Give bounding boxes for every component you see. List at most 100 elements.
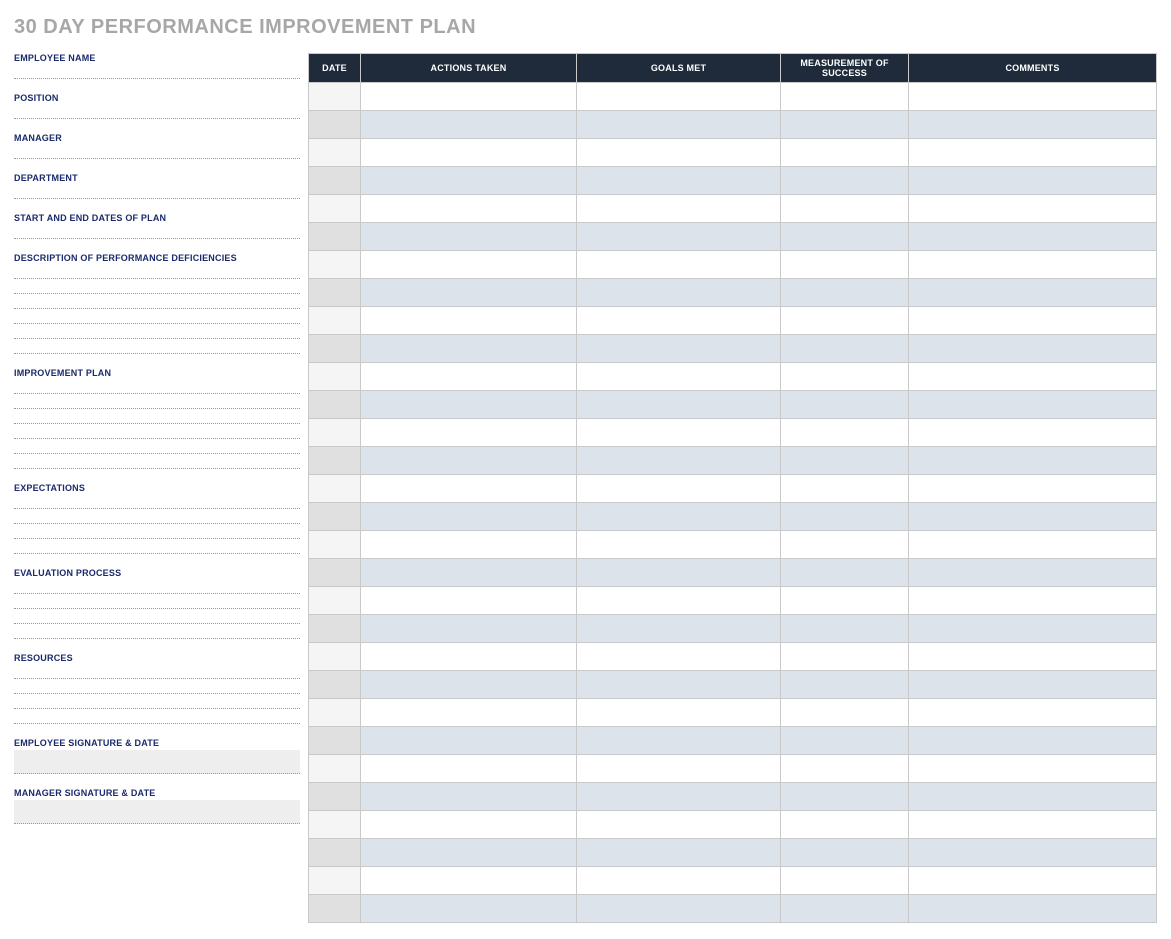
cell-measurement[interactable] <box>781 895 909 923</box>
cell-goals[interactable] <box>577 531 781 559</box>
cell-date[interactable] <box>309 363 361 391</box>
cell-measurement[interactable] <box>781 195 909 223</box>
cell-goals[interactable] <box>577 223 781 251</box>
cell-goals[interactable] <box>577 755 781 783</box>
cell-date[interactable] <box>309 615 361 643</box>
cell-date[interactable] <box>309 335 361 363</box>
cell-measurement[interactable] <box>781 699 909 727</box>
cell-comments[interactable] <box>909 391 1157 419</box>
input-deficiencies-line[interactable] <box>14 310 300 324</box>
input-improvement-line[interactable] <box>14 425 300 439</box>
cell-goals[interactable] <box>577 671 781 699</box>
cell-comments[interactable] <box>909 671 1157 699</box>
cell-date[interactable] <box>309 83 361 111</box>
cell-measurement[interactable] <box>781 755 909 783</box>
cell-actions[interactable] <box>361 475 577 503</box>
cell-date[interactable] <box>309 447 361 475</box>
cell-date[interactable] <box>309 139 361 167</box>
cell-measurement[interactable] <box>781 279 909 307</box>
cell-comments[interactable] <box>909 503 1157 531</box>
cell-date[interactable] <box>309 167 361 195</box>
cell-measurement[interactable] <box>781 223 909 251</box>
input-evaluation-line[interactable] <box>14 595 300 609</box>
cell-measurement[interactable] <box>781 363 909 391</box>
cell-actions[interactable] <box>361 391 577 419</box>
cell-goals[interactable] <box>577 475 781 503</box>
cell-date[interactable] <box>309 419 361 447</box>
cell-comments[interactable] <box>909 279 1157 307</box>
input-dates[interactable] <box>14 225 300 239</box>
input-expectations-line[interactable] <box>14 510 300 524</box>
input-position[interactable] <box>14 105 300 119</box>
cell-measurement[interactable] <box>781 503 909 531</box>
cell-date[interactable] <box>309 251 361 279</box>
input-expectations-line[interactable] <box>14 540 300 554</box>
input-evaluation-line[interactable] <box>14 610 300 624</box>
cell-goals[interactable] <box>577 587 781 615</box>
cell-comments[interactable] <box>909 811 1157 839</box>
cell-date[interactable] <box>309 111 361 139</box>
cell-date[interactable] <box>309 671 361 699</box>
cell-goals[interactable] <box>577 559 781 587</box>
cell-actions[interactable] <box>361 811 577 839</box>
input-improvement-line[interactable] <box>14 410 300 424</box>
cell-comments[interactable] <box>909 167 1157 195</box>
cell-actions[interactable] <box>361 867 577 895</box>
cell-goals[interactable] <box>577 167 781 195</box>
cell-date[interactable] <box>309 839 361 867</box>
cell-actions[interactable] <box>361 755 577 783</box>
cell-actions[interactable] <box>361 503 577 531</box>
input-resources-line[interactable] <box>14 665 300 679</box>
cell-goals[interactable] <box>577 643 781 671</box>
input-deficiencies-line[interactable] <box>14 325 300 339</box>
cell-goals[interactable] <box>577 727 781 755</box>
cell-measurement[interactable] <box>781 167 909 195</box>
cell-comments[interactable] <box>909 447 1157 475</box>
cell-comments[interactable] <box>909 363 1157 391</box>
cell-comments[interactable] <box>909 587 1157 615</box>
cell-date[interactable] <box>309 727 361 755</box>
cell-actions[interactable] <box>361 111 577 139</box>
cell-measurement[interactable] <box>781 559 909 587</box>
input-improvement-line[interactable] <box>14 455 300 469</box>
cell-date[interactable] <box>309 503 361 531</box>
cell-date[interactable] <box>309 755 361 783</box>
cell-actions[interactable] <box>361 363 577 391</box>
input-manager[interactable] <box>14 145 300 159</box>
input-resources-line[interactable] <box>14 695 300 709</box>
cell-date[interactable] <box>309 531 361 559</box>
cell-actions[interactable] <box>361 699 577 727</box>
cell-comments[interactable] <box>909 559 1157 587</box>
input-employee-signature[interactable] <box>14 750 300 774</box>
cell-measurement[interactable] <box>781 643 909 671</box>
cell-date[interactable] <box>309 307 361 335</box>
input-expectations-line[interactable] <box>14 495 300 509</box>
cell-goals[interactable] <box>577 895 781 923</box>
cell-comments[interactable] <box>909 783 1157 811</box>
cell-measurement[interactable] <box>781 531 909 559</box>
cell-date[interactable] <box>309 811 361 839</box>
cell-measurement[interactable] <box>781 615 909 643</box>
cell-actions[interactable] <box>361 307 577 335</box>
cell-actions[interactable] <box>361 643 577 671</box>
cell-date[interactable] <box>309 195 361 223</box>
cell-measurement[interactable] <box>781 391 909 419</box>
cell-comments[interactable] <box>909 643 1157 671</box>
cell-goals[interactable] <box>577 615 781 643</box>
cell-comments[interactable] <box>909 195 1157 223</box>
cell-measurement[interactable] <box>781 307 909 335</box>
cell-comments[interactable] <box>909 727 1157 755</box>
cell-goals[interactable] <box>577 783 781 811</box>
cell-actions[interactable] <box>361 895 577 923</box>
cell-comments[interactable] <box>909 83 1157 111</box>
cell-date[interactable] <box>309 391 361 419</box>
cell-measurement[interactable] <box>781 335 909 363</box>
cell-measurement[interactable] <box>781 419 909 447</box>
cell-date[interactable] <box>309 559 361 587</box>
cell-date[interactable] <box>309 895 361 923</box>
cell-date[interactable] <box>309 223 361 251</box>
cell-goals[interactable] <box>577 251 781 279</box>
cell-actions[interactable] <box>361 419 577 447</box>
cell-comments[interactable] <box>909 699 1157 727</box>
cell-measurement[interactable] <box>781 139 909 167</box>
